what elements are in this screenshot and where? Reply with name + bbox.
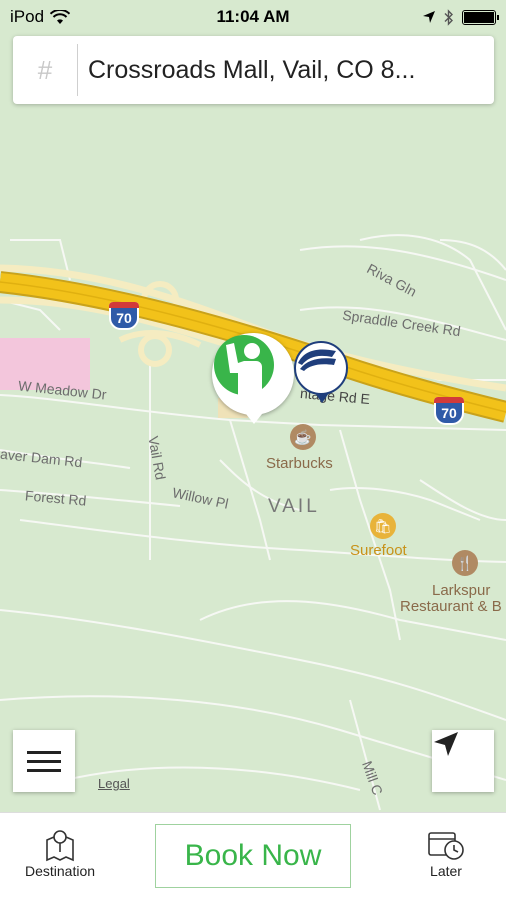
location-services-icon [423,11,435,23]
pickup-location-pin[interactable] [212,333,294,424]
carrier-label: iPod [10,7,45,26]
poi-label-larkspur-2: Restaurant & B [400,598,502,615]
address-field[interactable]: Crossroads Mall, Vail, CO 8... [78,56,488,85]
poi-label-larkspur: Larkspur [432,582,491,599]
legal-link[interactable]: Legal [98,776,130,791]
menu-button[interactable] [13,730,75,792]
hamburger-menu-icon [27,745,61,778]
destination-label: Destination [24,863,96,879]
status-bar: iPod 11:04 AM [0,0,506,34]
status-time: 11:04 AM [216,7,290,26]
battery-icon [462,9,499,25]
restaurant-icon[interactable]: 🍴 [452,550,478,576]
town-label-vail: VAIL [268,496,320,517]
bottom-bar: Destination Book Now Later [0,812,506,901]
poi-label-starbucks: Starbucks [266,455,333,472]
later-label: Later [430,863,462,879]
shopping-bag-icon[interactable]: 🛍 [370,513,396,539]
hailing-person-icon [214,335,274,395]
destination-map-icon [46,830,74,862]
hash-label: # [13,44,78,96]
coffee-icon[interactable]: ☕ [290,424,316,450]
map-view[interactable]: 70 70 Riva Gln Spraddle Creek Rd W Meado… [0,0,506,812]
highway-shield-2: 70 [434,397,464,425]
destination-button[interactable]: Destination [10,827,110,879]
taxi-location-pin[interactable] [294,341,348,403]
poi-label-surefoot: Surefoot [350,542,407,559]
book-now-button[interactable]: Book Now [155,824,351,888]
current-location-button[interactable] [432,730,494,792]
later-button[interactable]: Later [396,827,496,879]
location-arrow-icon [434,732,458,756]
taxi-car-icon [298,349,336,371]
wifi-icon [50,9,71,24]
highway-shield-1: 70 [109,302,139,330]
bluetooth-icon [444,8,453,26]
address-search-bar[interactable]: # Crossroads Mall, Vail, CO 8... [13,36,494,104]
calendar-clock-icon [428,832,464,860]
